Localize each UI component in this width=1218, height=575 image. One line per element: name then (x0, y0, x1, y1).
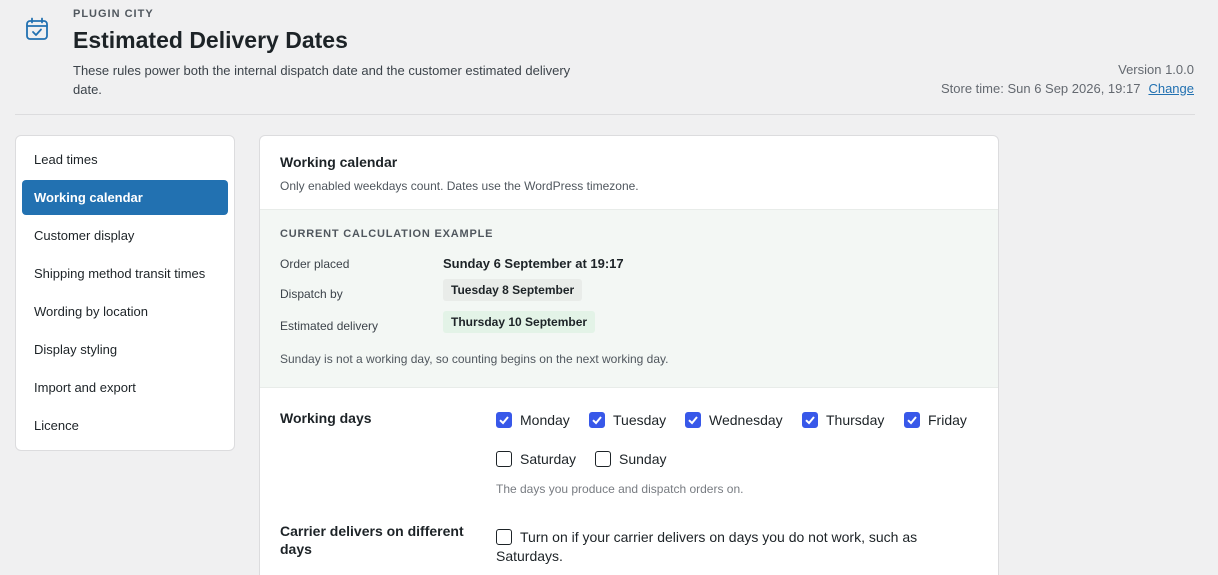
sidebar-item-shipping-transit[interactable]: Shipping method transit times (22, 256, 228, 291)
calendar-check-icon (24, 16, 50, 42)
working-days-label: Working days (280, 410, 372, 426)
checkbox-friday[interactable]: Friday (904, 412, 967, 428)
brand-label: PLUGIN CITY (73, 8, 154, 20)
checkbox-label: Tuesday (613, 412, 667, 428)
checkbox-sunday[interactable]: Sunday (595, 451, 666, 467)
checkbox-label: Thursday (826, 412, 885, 428)
checked-icon[interactable] (904, 412, 920, 428)
checkbox-label: Monday (520, 412, 570, 428)
store-time: Store time: Sun 6 Sep 2026, 19:17 Change (941, 81, 1194, 96)
carrier-days-description: Turn on if your carrier delivers on days… (496, 529, 918, 564)
checkbox-label: Wednesday (709, 412, 783, 428)
dispatch-label: Dispatch by (280, 287, 343, 301)
unchecked-icon[interactable] (595, 451, 611, 467)
header-divider (15, 114, 1195, 115)
checkbox-label: Saturday (520, 451, 577, 467)
page-subtitle: These rules power both the internal disp… (73, 63, 571, 97)
sidebar-item-display-styling[interactable]: Display styling (22, 332, 228, 367)
checkbox-monday[interactable]: Monday (496, 412, 570, 428)
calculation-heading: CURRENT CALCULATION EXAMPLE (280, 228, 494, 240)
sidebar-item-customer-display[interactable]: Customer display (22, 218, 228, 253)
delivery-label: Estimated delivery (280, 319, 379, 333)
checkbox-thursday[interactable]: Thursday (802, 412, 884, 428)
store-time-text: Store time: Sun 6 Sep 2026, 19:17 (940, 81, 1141, 96)
checkbox-wednesday[interactable]: Wednesday (685, 412, 783, 428)
sidebar-item-wording-location[interactable]: Wording by location (22, 294, 228, 329)
checked-icon[interactable] (589, 412, 605, 428)
checkbox-label: Friday (928, 412, 967, 428)
calculation-note: Sunday is not a working day, so counting… (280, 352, 669, 366)
checked-icon[interactable] (496, 412, 512, 428)
version-label: Version 1.0.0 (1118, 62, 1194, 77)
panel-subtitle: Only enabled weekdays count. Dates use t… (280, 179, 639, 193)
sidebar-item-lead-times[interactable]: Lead times (22, 142, 228, 177)
delivery-value: Thursday 10 September (443, 311, 596, 333)
panel-title: Working calendar (280, 154, 398, 170)
carrier-days-label: Carrier delivers on different days (280, 523, 464, 557)
change-time-link[interactable]: Change (1148, 81, 1194, 96)
order-placed-label: Order placed (280, 257, 350, 271)
sidebar-item-import-export[interactable]: Import and export (22, 370, 228, 405)
panel-header: Working calendar Only enabled weekdays c… (260, 136, 998, 210)
sidebar-item-licence[interactable]: Licence (22, 408, 228, 443)
order-placed-value: Sunday 6 September at 19:17 (443, 256, 624, 271)
checkbox-tuesday[interactable]: Tuesday (589, 412, 666, 428)
sidebar-item-working-calendar[interactable]: Working calendar (22, 180, 228, 215)
unchecked-icon[interactable] (496, 451, 512, 467)
working-calendar-panel: Working calendar Only enabled weekdays c… (259, 135, 999, 575)
page-title: Estimated Delivery Dates (73, 27, 348, 53)
page-header: PLUGIN CITY Estimated Delivery Dates The… (0, 0, 1218, 115)
dispatch-value: Tuesday 8 September (443, 279, 583, 301)
checked-icon[interactable] (685, 412, 701, 428)
dispatch-value-wrap: Tuesday 8 September (443, 279, 583, 301)
checkbox-label: Sunday (619, 451, 667, 467)
working-days-help: The days you produce and dispatch orders… (496, 482, 744, 496)
checkbox-saturday[interactable]: Saturday (496, 451, 576, 467)
checked-icon[interactable] (802, 412, 818, 428)
settings-sidebar: Lead times Working calendar Customer dis… (15, 135, 235, 451)
delivery-value-wrap: Thursday 10 September (443, 311, 596, 333)
